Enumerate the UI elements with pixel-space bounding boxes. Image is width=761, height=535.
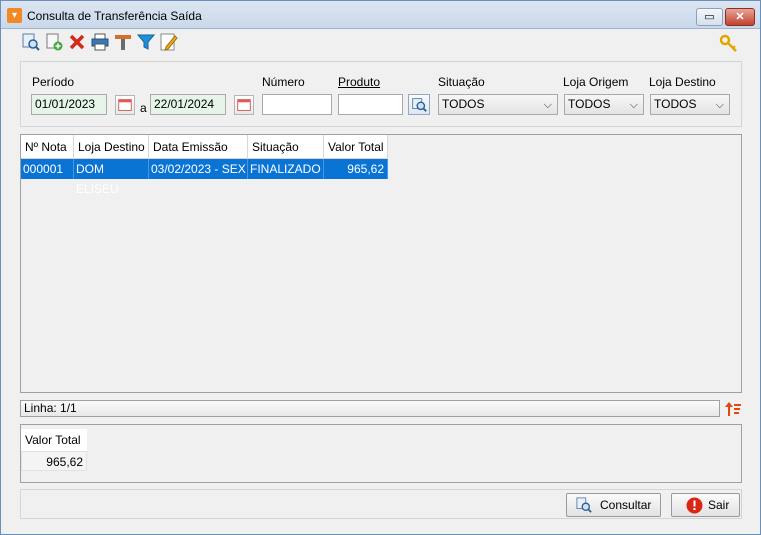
chevron-down-icon: ⌵ [543,99,552,111]
situacao-select[interactable]: TODOS ⌵ [438,94,558,115]
filter-icon[interactable] [136,32,156,52]
loja-origem-label: Loja Origem [563,75,629,89]
exit-icon [686,497,703,514]
loja-destino-select[interactable]: TODOS ⌵ [650,94,730,115]
tools-icon[interactable] [113,32,133,52]
produto-label[interactable]: Produto [338,75,380,89]
window-title: Consulta de Transferência Saída [27,9,202,23]
total-label: Valor Total [21,429,87,451]
chevron-down-icon: ⌵ [715,99,724,111]
numero-input[interactable] [262,94,332,115]
search-product-icon[interactable] [408,94,430,115]
total-value: 965,62 [21,451,87,471]
main-window: ▾ Consulta de Transferência Saída ▭ ✕ Pe… [0,0,761,535]
filter-panel: Período 01/01/2023 a 22/01/2024 Número P… [20,61,742,127]
delete-icon[interactable] [67,32,87,52]
app-icon: ▾ [7,8,22,23]
close-button[interactable]: ✕ [725,8,755,26]
table-cell: 000001 [21,159,74,179]
search-doc-icon [576,497,592,513]
table-row[interactable]: 000001 DOM ELISEU 03/02/2023 - SEX FINAL… [21,159,388,196]
sair-label: Sair [708,498,730,512]
consultar-label: Consultar [600,498,652,512]
loja-origem-value: TODOS [568,97,611,111]
column-header[interactable]: Loja Destino [74,135,149,159]
numero-label: Número [262,75,305,89]
date-from-input[interactable]: 01/01/2023 [31,94,107,115]
column-header[interactable]: Valor Total [324,135,388,159]
table-cell: FINALIZADO [248,159,324,179]
date-separator: a [140,101,147,115]
title-bar: ▾ Consulta de Transferência Saída ▭ ✕ [1,1,760,29]
search-doc-icon[interactable] [21,32,41,52]
loja-destino-value: TODOS [654,97,697,111]
new-doc-icon[interactable] [44,32,64,52]
date-to-input[interactable]: 22/01/2024 [150,94,226,115]
situacao-value: TODOS [442,97,485,111]
situacao-label: Situação [438,75,485,89]
table-cell: 03/02/2023 - SEX [149,159,248,179]
table-cell: DOM ELISEU [74,159,149,196]
row-status: Linha: 1/1 [20,400,720,417]
key-icon[interactable] [719,34,739,54]
calendar-icon[interactable] [234,95,254,115]
loja-origem-select[interactable]: TODOS ⌵ [564,94,644,115]
sort-icon[interactable] [724,400,742,418]
calendar-icon[interactable] [115,95,135,115]
table-cell: 965,62 [324,159,388,179]
chevron-down-icon: ⌵ [629,99,638,111]
column-header[interactable]: Data Emissão [149,135,248,159]
periodo-label: Período [32,75,75,89]
consultar-button[interactable]: Consultar [566,493,661,517]
print-icon[interactable] [90,32,110,52]
sair-button[interactable]: Sair [671,493,740,517]
restore-button[interactable]: ▭ [696,8,723,26]
results-grid[interactable]: Nº Nota Loja Destino Data Emissão Situaç… [20,134,742,393]
loja-destino-label: Loja Destino [649,75,716,89]
totals-panel: Valor Total 965,62 [20,424,742,483]
button-bar: Consultar Sair [20,489,742,519]
edit-icon[interactable] [159,32,179,52]
column-header[interactable]: Nº Nota [21,135,74,159]
produto-input[interactable] [338,94,403,115]
column-header[interactable]: Situação [248,135,324,159]
